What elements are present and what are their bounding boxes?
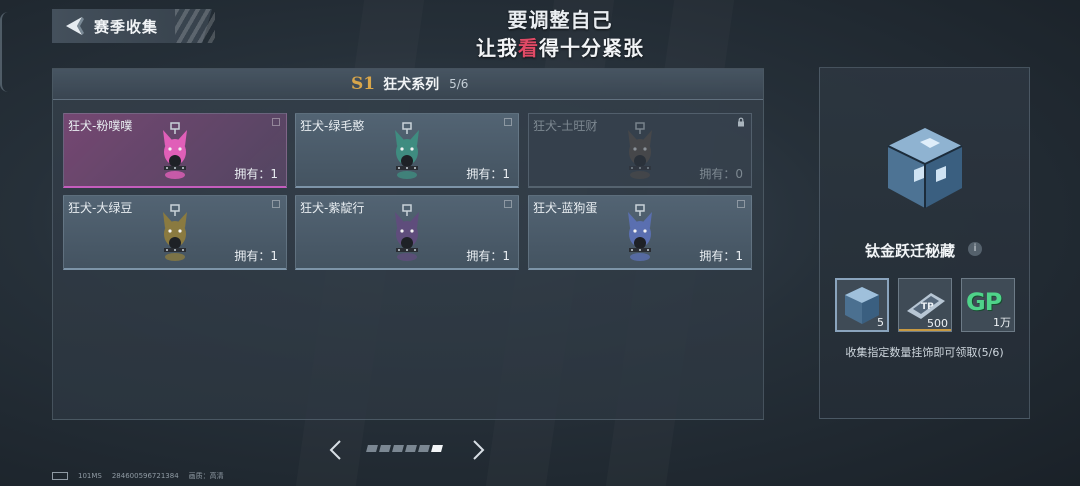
lock-icon [738, 117, 744, 127]
card-name: 狂犬-大绿豆 [68, 201, 133, 215]
collection-card[interactable]: 狂犬-大绿豆拥有：1 [63, 195, 287, 270]
dog-charm-icon [163, 204, 187, 261]
card-name: 狂犬-绿毛憨 [300, 119, 365, 133]
reward-cube-icon [887, 128, 963, 208]
video-subtitle-line1: 要调整自己 [507, 8, 613, 32]
series-progress: 5/6 [449, 77, 469, 91]
page-dot[interactable] [418, 445, 430, 452]
owned-count: 拥有：1 [234, 249, 278, 263]
quality-text: 画质：高清 [188, 472, 224, 480]
dog-charm-icon [628, 122, 652, 179]
page-indicator [366, 445, 443, 452]
owned-count: 拥有：1 [234, 167, 278, 181]
dog-charm-icon [628, 204, 652, 261]
reward-item-qty: 5 [877, 316, 884, 329]
series-header: S1 狂犬系列 5/6 [53, 69, 763, 100]
dog-charm-icon [395, 122, 419, 179]
owned-count: 拥有：1 [699, 249, 743, 263]
reward-item-cube[interactable]: 5 [835, 278, 889, 332]
signal-icon [52, 472, 68, 480]
owned-count: 拥有：1 [466, 167, 510, 181]
card-name: 狂犬-粉噗噗 [68, 119, 133, 133]
tag-icon [737, 200, 745, 208]
page-dot[interactable] [405, 445, 417, 452]
owned-count: 拥有：1 [466, 249, 510, 263]
rarity-bar [899, 329, 951, 331]
reward-item-gp[interactable]: GP 1万 [961, 278, 1015, 332]
series-name: 狂犬系列 [383, 77, 440, 93]
svg-text:TP: TP [921, 302, 934, 312]
next-page-icon[interactable] [468, 438, 488, 462]
card-name: 狂犬-蓝狗蛋 [533, 201, 598, 215]
tag-icon [504, 118, 512, 126]
tag-icon [504, 200, 512, 208]
page-dot[interactable] [379, 445, 391, 452]
ping-text: 101MS [78, 472, 102, 480]
collection-card[interactable]: 狂犬-蓝狗蛋拥有：1 [528, 195, 752, 270]
reward-panel: 钛金跃迁秘藏 i 5 TP 500 GP 1万 收集指定数量挂饰即可领取(5/6… [819, 67, 1030, 419]
reward-item-ticket[interactable]: TP 500 [898, 278, 952, 332]
card-name: 狂犬-土旺财 [533, 119, 598, 133]
subtitle-highlight: 看 [518, 36, 539, 60]
reward-item-qty: 1万 [993, 316, 1011, 329]
dog-charm-icon [163, 122, 187, 179]
tag-icon [272, 200, 280, 208]
collection-card[interactable]: 狂犬-土旺财拥有：0 [528, 113, 752, 188]
info-icon[interactable]: i [968, 242, 982, 256]
uid-text: 284600596721384 [111, 472, 179, 480]
page-dot[interactable] [366, 445, 378, 452]
dog-charm-icon [395, 204, 419, 261]
collection-card[interactable]: 狂犬-粉噗噗拥有：1 [63, 113, 287, 188]
collection-card[interactable]: 狂犬-绿毛憨拥有：1 [295, 113, 519, 188]
card-name: 狂犬-紫靛行 [300, 201, 365, 215]
status-footer: 101MS 284600596721384 画质：高清 [52, 471, 224, 481]
season-badge: S1 [351, 74, 376, 94]
page-dot[interactable] [431, 445, 443, 452]
page-dot[interactable] [392, 445, 404, 452]
prev-page-icon[interactable] [326, 438, 346, 462]
owned-count: 拥有：0 [699, 167, 743, 181]
tag-icon [272, 118, 280, 126]
collection-card[interactable]: 狂犬-紫靛行拥有：1 [295, 195, 519, 270]
reward-description: 收集指定数量挂饰即可领取(5/6) [845, 346, 1004, 359]
video-subtitle-line2: 让我看得十分紧张 [476, 36, 644, 60]
gp-icon: GP [966, 288, 1002, 316]
